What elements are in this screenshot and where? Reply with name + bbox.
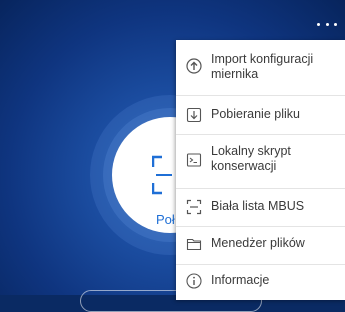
menu-item-import-config[interactable]: Import konfiguracji miernika — [176, 48, 345, 84]
menu-divider — [176, 188, 345, 189]
menu-divider — [176, 264, 345, 265]
menu-item-label: Lokalny skrypt konserwacji — [211, 144, 291, 173]
menu-divider — [176, 134, 345, 135]
overflow-menu: Import konfiguracji miernika Pobieranie … — [176, 40, 345, 300]
download-file-icon — [186, 107, 202, 123]
upload-circle-icon — [186, 58, 202, 74]
menu-item-download-file[interactable]: Pobieranie pliku — [176, 100, 345, 130]
menu-item-file-manager[interactable]: Menedżer plików — [176, 229, 345, 259]
more-options-icon[interactable] — [317, 17, 337, 31]
scan-frame-icon — [186, 199, 202, 215]
folder-icon — [186, 238, 202, 251]
terminal-icon — [186, 153, 202, 167]
connect-label: Poł — [156, 212, 175, 227]
menu-item-info[interactable]: Informacje — [176, 268, 345, 298]
menu-item-label: Biała lista MBUS — [211, 199, 305, 213]
menu-item-label: Import konfiguracji miernika — [211, 52, 314, 81]
menu-item-local-script[interactable]: Lokalny skrypt konserwacji — [176, 138, 345, 182]
info-icon — [186, 273, 202, 289]
menu-item-label: Informacje — [211, 273, 270, 287]
menu-item-label: Pobieranie pliku — [211, 107, 300, 121]
menu-item-mbus-whitelist[interactable]: Biała lista MBUS — [176, 192, 345, 222]
menu-divider — [176, 226, 345, 227]
menu-item-label: Menedżer plików — [211, 236, 305, 250]
menu-divider — [176, 95, 345, 96]
scan-icon — [152, 155, 172, 195]
